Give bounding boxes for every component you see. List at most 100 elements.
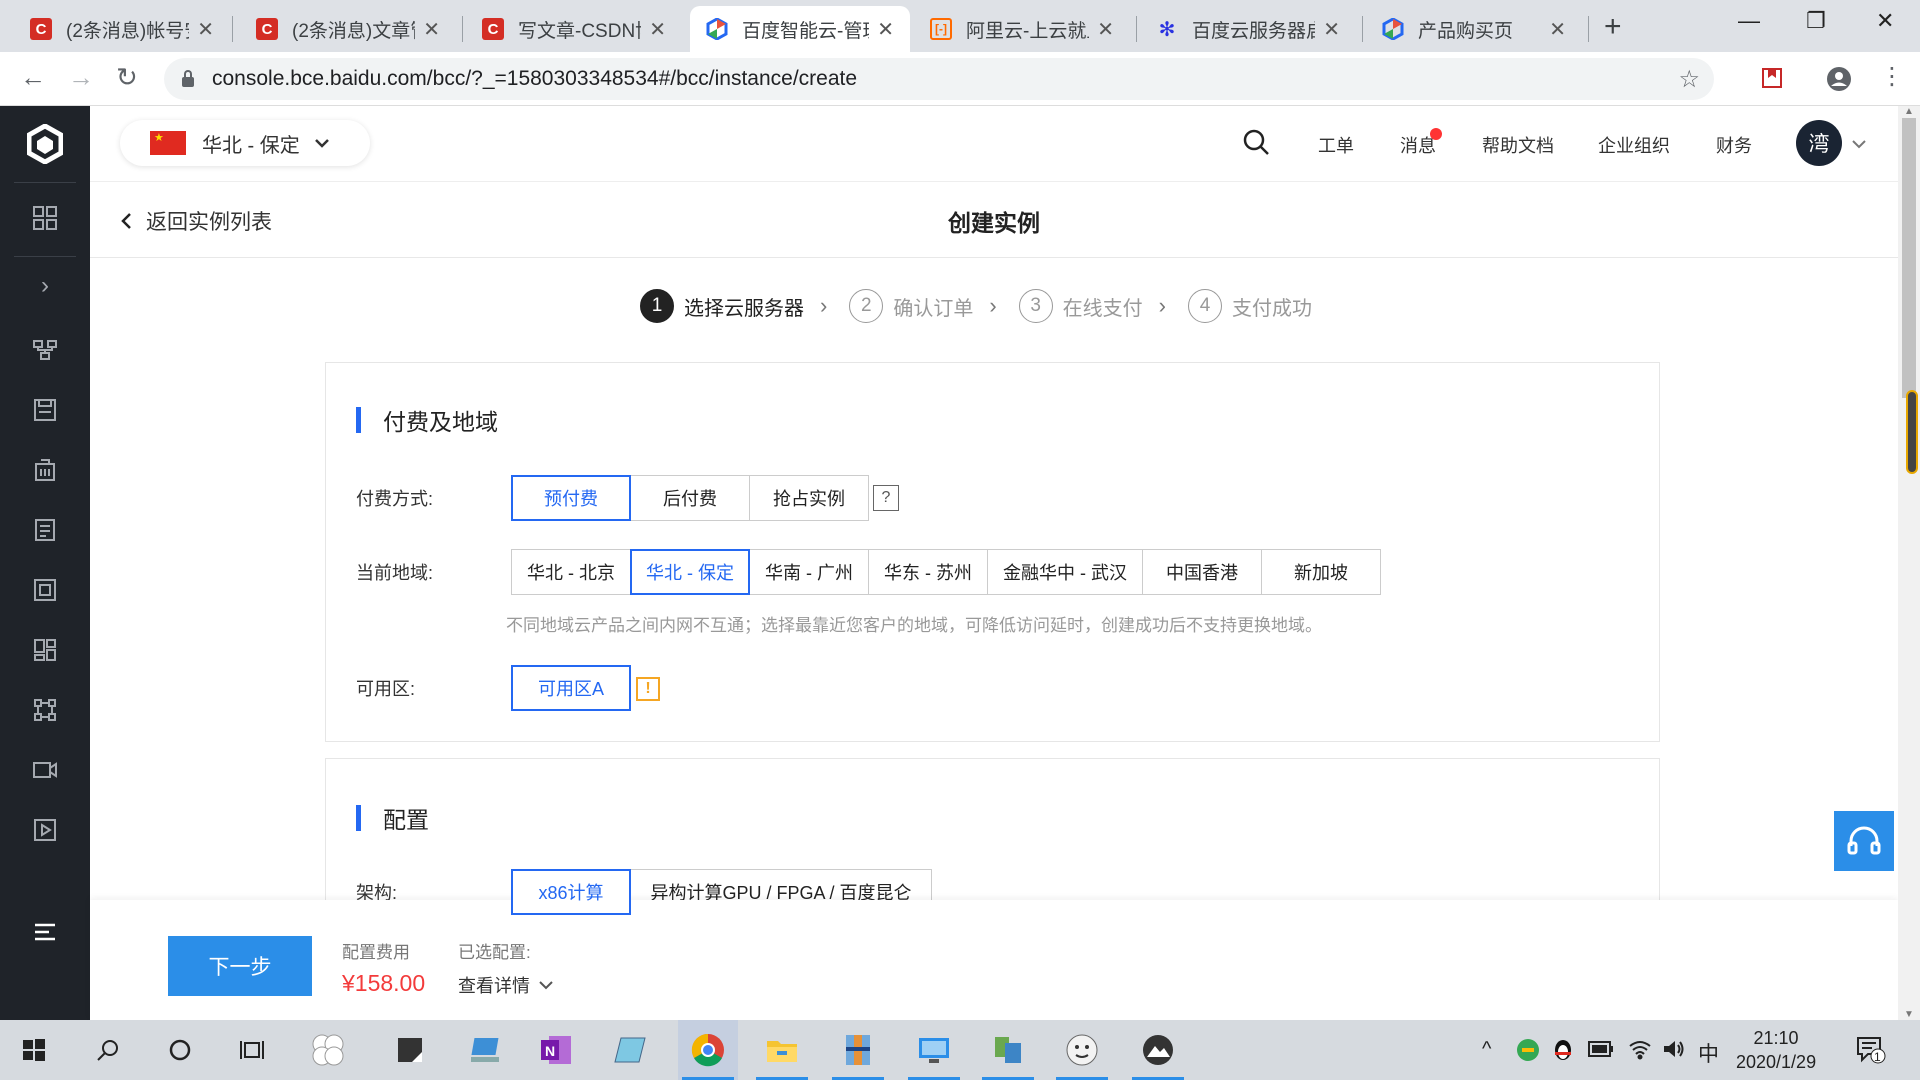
profile-icon[interactable] — [1826, 66, 1852, 97]
payment-option-spot[interactable]: 抢占实例 — [749, 475, 869, 521]
browser-tab[interactable]: 产品购买页 ✕ — [1366, 6, 1582, 52]
onenote-icon[interactable]: N — [526, 1020, 586, 1080]
extension-icon[interactable] — [1760, 66, 1784, 95]
arch-option-x86[interactable]: x86计算 — [511, 869, 631, 915]
video-icon[interactable] — [0, 750, 90, 790]
region-option-hongkong[interactable]: 中国香港 — [1142, 549, 1262, 595]
user-avatar-app-icon[interactable] — [1052, 1020, 1112, 1080]
nav-ticket[interactable]: 工单 — [1318, 132, 1354, 158]
region-option-singapore[interactable]: 新加坡 — [1261, 549, 1381, 595]
chevron-down-icon[interactable] — [1852, 140, 1866, 149]
csdn-icon: C — [30, 18, 52, 40]
storage-icon[interactable] — [0, 390, 90, 430]
server-icon[interactable] — [0, 570, 90, 610]
archive-app-icon[interactable] — [828, 1020, 888, 1080]
url-input[interactable]: console.bce.baidu.com/bcc/?_=15803033485… — [164, 58, 1714, 100]
forward-arrow-icon[interactable]: → — [68, 62, 94, 93]
avatar[interactable]: 湾 — [1796, 120, 1842, 166]
page-scrollbar[interactable]: ▲ ▼ — [1898, 106, 1920, 1020]
nav-organization[interactable]: 企业组织 — [1598, 132, 1670, 158]
browser-tab[interactable]: C 写文章-CSDN博 ✕ — [466, 6, 682, 52]
baidu-cloud-logo[interactable] — [0, 106, 90, 182]
close-tab-icon[interactable]: ✕ — [1549, 17, 1566, 42]
browser-tab[interactable]: ✻ 百度云服务器启 ✕ — [1140, 6, 1356, 52]
region-option-suzhou[interactable]: 华东 - 苏州 — [868, 549, 988, 595]
customer-support-button[interactable] — [1834, 811, 1894, 871]
view-details-link[interactable]: 查看详情 — [458, 972, 554, 998]
file-explorer-icon[interactable] — [752, 1020, 812, 1080]
remote-desktop-icon[interactable] — [904, 1020, 964, 1080]
close-tab-icon[interactable]: ✕ — [423, 17, 440, 42]
region-label: 当前地域: — [356, 563, 434, 583]
cortana-icon[interactable] — [150, 1020, 210, 1080]
scroll-down-icon[interactable]: ▼ — [1904, 1009, 1914, 1020]
browser-tab[interactable]: C (2条消息)帐号安 ✕ — [14, 6, 230, 52]
browser-tab-active[interactable]: 百度智能云-管理 ✕ — [690, 6, 910, 52]
close-tab-icon[interactable]: ✕ — [649, 17, 666, 42]
media-play-icon[interactable] — [0, 810, 90, 850]
nav-finance[interactable]: 财务 — [1716, 132, 1752, 158]
mountain-app-icon[interactable] — [1128, 1020, 1188, 1080]
computer-app-icon[interactable] — [456, 1020, 516, 1080]
green-tray-icon[interactable] — [1516, 1038, 1540, 1068]
sticky-notes-icon[interactable] — [380, 1020, 440, 1080]
dashboard-icon[interactable] — [0, 630, 90, 670]
document-icon[interactable] — [0, 510, 90, 550]
topology-icon[interactable] — [0, 690, 90, 730]
chevron-up-icon[interactable]: ^ — [1482, 1038, 1491, 1061]
region-option-wuhan[interactable]: 金融华中 - 武汉 — [987, 549, 1143, 595]
scroll-up-icon[interactable]: ▲ — [1904, 106, 1914, 117]
region-selector[interactable]: 华北 - 保定 — [120, 120, 370, 166]
browser-tab[interactable]: [-] 阿里云-上云就上 ✕ — [914, 6, 1130, 52]
notepad-app-icon[interactable] — [600, 1020, 660, 1080]
reload-icon[interactable]: ↻ — [116, 62, 138, 93]
bookmark-star-icon[interactable]: ☆ — [1678, 65, 1700, 94]
building-icon[interactable] — [0, 450, 90, 490]
help-icon[interactable]: ? — [873, 485, 899, 511]
notification-center-icon[interactable] — [1856, 1036, 1886, 1070]
new-tab-button[interactable]: + — [1604, 10, 1622, 44]
baidu-cloud-icon — [1382, 18, 1404, 40]
floating-widget[interactable] — [1906, 390, 1918, 474]
menu-list-icon[interactable] — [0, 912, 90, 952]
close-tab-icon[interactable]: ✕ — [1097, 17, 1114, 42]
volume-icon[interactable] — [1662, 1038, 1686, 1066]
section-title: 配置 — [356, 801, 429, 835]
network-tool-icon[interactable] — [978, 1020, 1038, 1080]
close-tab-icon[interactable]: ✕ — [197, 17, 214, 42]
expand-chevron-icon[interactable]: › — [0, 266, 90, 306]
restore-window-icon[interactable]: ❐ — [1806, 8, 1826, 34]
battery-icon[interactable] — [1588, 1040, 1614, 1063]
wifi-icon[interactable] — [1628, 1038, 1652, 1066]
minimize-window-icon[interactable]: — — [1738, 8, 1760, 34]
warning-icon[interactable]: ! — [636, 677, 660, 701]
region-option-guangzhou[interactable]: 华南 - 广州 — [749, 549, 869, 595]
chrome-icon[interactable] — [678, 1020, 738, 1080]
close-window-icon[interactable]: ✕ — [1876, 8, 1894, 34]
headset-icon — [1847, 826, 1881, 855]
close-tab-icon[interactable]: ✕ — [1323, 17, 1340, 42]
search-icon[interactable] — [78, 1020, 138, 1080]
back-arrow-icon[interactable]: ← — [20, 62, 46, 93]
browser-tab[interactable]: C (2条消息)文章管 ✕ — [240, 6, 456, 52]
system-clock[interactable]: 21:10 2020/1/29 — [1736, 1026, 1816, 1074]
region-option-beijing[interactable]: 华北 - 北京 — [511, 549, 631, 595]
payment-option-prepaid[interactable]: 预付费 — [511, 475, 631, 521]
scroll-thumb[interactable] — [1902, 118, 1916, 398]
product-grid-icon[interactable] — [0, 198, 90, 238]
region-option-baoding[interactable]: 华北 - 保定 — [630, 549, 750, 595]
pinwheel-app-icon[interactable] — [298, 1020, 358, 1080]
next-step-button[interactable]: 下一步 — [168, 936, 312, 996]
nav-help-docs[interactable]: 帮助文档 — [1482, 132, 1554, 158]
close-tab-icon[interactable]: ✕ — [877, 17, 894, 42]
payment-option-postpaid[interactable]: 后付费 — [630, 475, 750, 521]
qq-penguin-icon[interactable] — [1552, 1038, 1574, 1068]
step-select-server: 1 选择云服务器 › — [640, 289, 849, 323]
windows-start-icon[interactable] — [4, 1020, 64, 1080]
chrome-menu-icon[interactable]: ⋮ — [1880, 62, 1904, 91]
network-icon[interactable] — [0, 330, 90, 370]
search-icon[interactable] — [1242, 128, 1270, 161]
task-view-icon[interactable] — [222, 1020, 282, 1080]
zone-option-a[interactable]: 可用区A — [511, 665, 631, 711]
ime-indicator[interactable]: 中 — [1698, 1038, 1719, 1068]
